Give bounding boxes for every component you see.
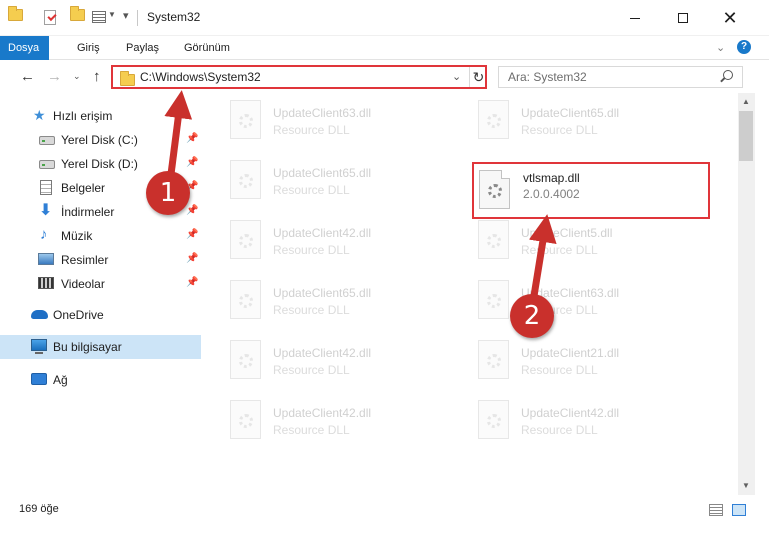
annotation-arrows [164,90,557,303]
annotation-badge-1: 1 [146,171,190,215]
annotation-badge-2: 2 [510,294,554,338]
annotation-arrow-2 [528,214,557,303]
